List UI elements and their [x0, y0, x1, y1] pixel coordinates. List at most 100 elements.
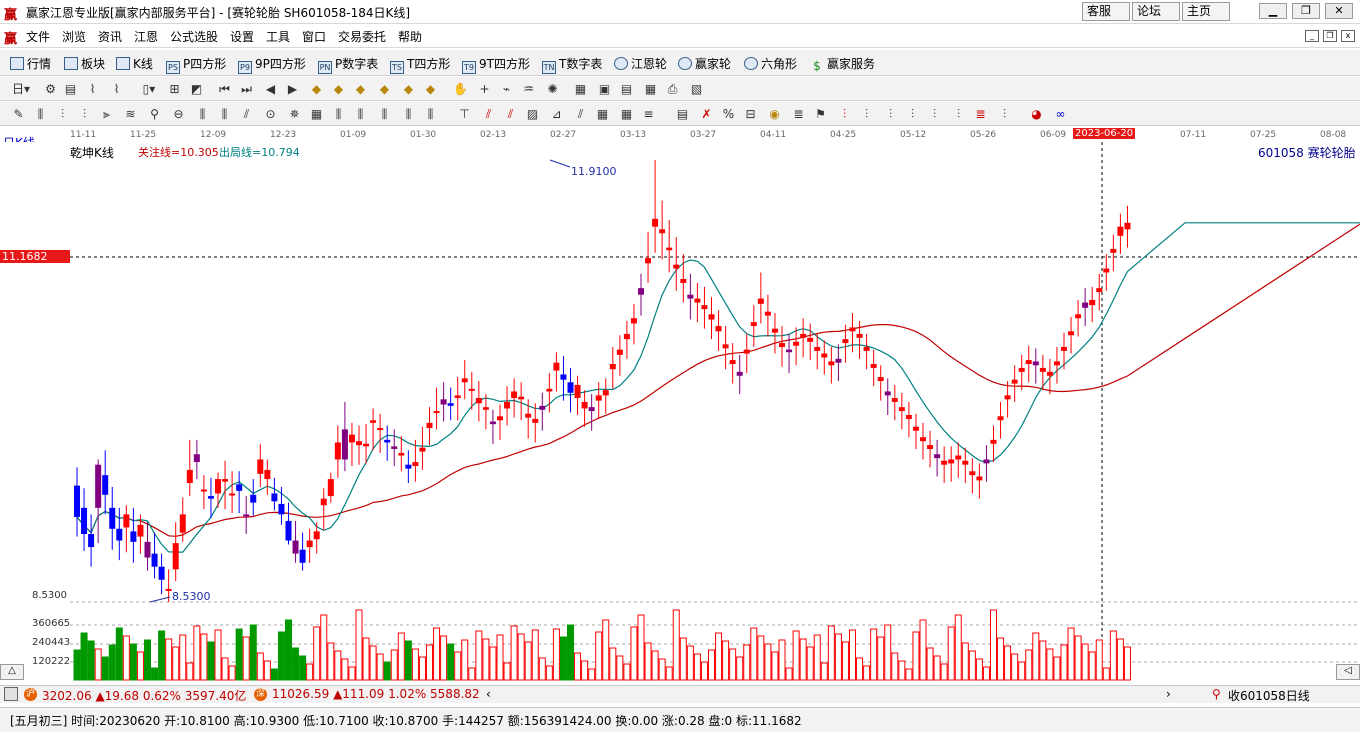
- pen-icon[interactable]: ✎: [10, 106, 27, 123]
- menu-news[interactable]: 资讯: [98, 28, 122, 45]
- tool-icon[interactable]: ⫽: [480, 106, 497, 123]
- scroll-up-icon[interactable]: △: [0, 664, 24, 680]
- percent-icon[interactable]: %: [720, 106, 737, 123]
- mdi-minimize-icon[interactable]: _: [1305, 30, 1319, 42]
- tool-icon[interactable]: ≋: [122, 106, 139, 123]
- menu-file[interactable]: 文件: [26, 28, 50, 45]
- tool-icon[interactable]: ⊿: [548, 106, 565, 123]
- quote-button[interactable]: 行情: [10, 55, 51, 72]
- watchlist-status[interactable]: 收601058日线: [1228, 687, 1310, 704]
- scroll-left-icon[interactable]: ‹: [486, 687, 491, 701]
- customer-service-button[interactable]: 客服: [1082, 2, 1130, 21]
- tool-icon[interactable]: ⫶: [882, 106, 899, 123]
- print-icon[interactable]: ⎙: [664, 81, 681, 98]
- tool-icon[interactable]: ⊟: [742, 106, 759, 123]
- document-icon[interactable]: ▤: [618, 81, 635, 98]
- scroll-right-icon[interactable]: ›: [1166, 687, 1171, 701]
- save-icon[interactable]: ▦: [642, 81, 659, 98]
- tool-icon[interactable]: ⫶: [950, 106, 967, 123]
- tool-icon[interactable]: ⫽: [502, 106, 519, 123]
- tool-icon[interactable]: ⊞: [166, 81, 183, 98]
- diamond-icon[interactable]: ◆: [352, 81, 369, 98]
- winner-wheel-button[interactable]: 赢家轮: [678, 55, 731, 72]
- left-arrow-icon[interactable]: ◀: [262, 81, 279, 98]
- chart-area[interactable]: 乾坤K线 关注线=10.305 出局线=10.794 601058 赛轮轮胎 1…: [0, 142, 1360, 682]
- tool-icon[interactable]: ⫶: [54, 106, 71, 123]
- infinity-icon[interactable]: ∞: [1052, 106, 1069, 123]
- tool-icon[interactable]: ⊖: [170, 106, 187, 123]
- menu-tools[interactable]: 工具: [266, 28, 290, 45]
- tool-icon[interactable]: ⚲: [146, 106, 163, 123]
- menu-browse[interactable]: 浏览: [62, 28, 86, 45]
- tool-dropdown-icon[interactable]: ▯▾: [136, 81, 162, 98]
- hexagon-button[interactable]: 六角形: [744, 55, 797, 72]
- close-icon[interactable]: ✕: [1325, 3, 1353, 19]
- tool-icon[interactable]: ⫼: [400, 106, 417, 123]
- diamond-icon[interactable]: ◆: [308, 81, 325, 98]
- tool-icon[interactable]: ♒: [520, 81, 537, 98]
- tool-icon[interactable]: ⫶: [996, 106, 1013, 123]
- calendar-icon[interactable]: ▦: [572, 81, 589, 98]
- tool-icon[interactable]: ⌁: [498, 81, 515, 98]
- first-page-icon[interactable]: ⏮: [216, 81, 233, 98]
- t-number-table-button[interactable]: TN T数字表: [542, 55, 602, 74]
- tool-icon[interactable]: ▤: [674, 106, 691, 123]
- crosshair-icon[interactable]: +: [476, 81, 493, 98]
- 9t-square-button[interactable]: T9 9T四方形: [462, 55, 530, 74]
- tool-icon[interactable]: ⌇: [108, 81, 125, 98]
- tool-icon[interactable]: ▦: [594, 106, 611, 123]
- tool-icon[interactable]: ▨: [524, 106, 541, 123]
- tool-icon[interactable]: ⫼: [422, 106, 439, 123]
- globe-icon[interactable]: ◕: [1028, 106, 1045, 123]
- tool-icon[interactable]: ▦: [308, 106, 325, 123]
- menu-gann[interactable]: 江恩: [134, 28, 158, 45]
- tool-icon[interactable]: ⫶: [858, 106, 875, 123]
- tool-icon[interactable]: ◉: [766, 106, 783, 123]
- diamond-icon[interactable]: ◆: [422, 81, 439, 98]
- tool-icon[interactable]: ⫼: [330, 106, 347, 123]
- tool-icon[interactable]: ◩: [188, 81, 205, 98]
- home-button[interactable]: 主页: [1182, 2, 1230, 21]
- tool-icon[interactable]: ▤: [62, 81, 79, 98]
- period-dropdown-icon[interactable]: 日▾: [8, 81, 34, 98]
- tool-icon[interactable]: ⫶: [76, 106, 93, 123]
- forum-button[interactable]: 论坛: [1132, 2, 1180, 21]
- maximize-icon[interactable]: ❐: [1292, 3, 1320, 19]
- scroll-left-icon[interactable]: ◁: [1336, 664, 1360, 680]
- tool-icon[interactable]: ⌇: [84, 81, 101, 98]
- tool-icon[interactable]: ✺: [544, 81, 561, 98]
- diamond-icon[interactable]: ◆: [330, 81, 347, 98]
- tool-icon[interactable]: ≡: [640, 106, 657, 123]
- tool-icon[interactable]: ✵: [286, 106, 303, 123]
- tool-icon[interactable]: ⊤: [456, 106, 473, 123]
- menu-trade[interactable]: 交易委托: [338, 28, 386, 45]
- tool-icon[interactable]: ⊙: [262, 106, 279, 123]
- menu-formula-select[interactable]: 公式选股: [170, 28, 218, 45]
- tool-icon[interactable]: ⫶: [836, 106, 853, 123]
- p-square-button[interactable]: PS P四方形: [166, 55, 226, 74]
- tool-icon[interactable]: ⫼: [376, 106, 393, 123]
- menu-window[interactable]: 窗口: [302, 28, 326, 45]
- sector-button[interactable]: 板块: [64, 55, 105, 72]
- mdi-close-icon[interactable]: x: [1341, 30, 1355, 42]
- diamond-icon[interactable]: ◆: [400, 81, 417, 98]
- tool-icon[interactable]: ⫼: [32, 106, 49, 123]
- tool-icon[interactable]: ▧: [688, 81, 705, 98]
- tool-icon[interactable]: ▦: [618, 106, 635, 123]
- last-page-icon[interactable]: ⏭: [238, 81, 255, 98]
- tool-icon[interactable]: ≣: [790, 106, 807, 123]
- hand-icon[interactable]: ✋: [452, 81, 469, 98]
- mdi-restore-icon[interactable]: ❐: [1323, 30, 1337, 42]
- tool-icon[interactable]: ⫶: [926, 106, 943, 123]
- tool-icon[interactable]: ⫶: [904, 106, 921, 123]
- kline-button[interactable]: K线: [116, 55, 153, 72]
- gann-wheel-button[interactable]: 江恩轮: [614, 55, 667, 72]
- menu-settings[interactable]: 设置: [230, 28, 254, 45]
- right-arrow-icon[interactable]: ▶: [284, 81, 301, 98]
- winner-service-button[interactable]: $ 赢家服务: [810, 55, 875, 74]
- tool-icon[interactable]: ⫽: [572, 106, 589, 123]
- tool-icon[interactable]: ⫸: [98, 106, 115, 123]
- diamond-icon[interactable]: ◆: [376, 81, 393, 98]
- 9p-square-button[interactable]: P9 9P四方形: [238, 55, 306, 74]
- tool-icon[interactable]: ⫽: [238, 106, 255, 123]
